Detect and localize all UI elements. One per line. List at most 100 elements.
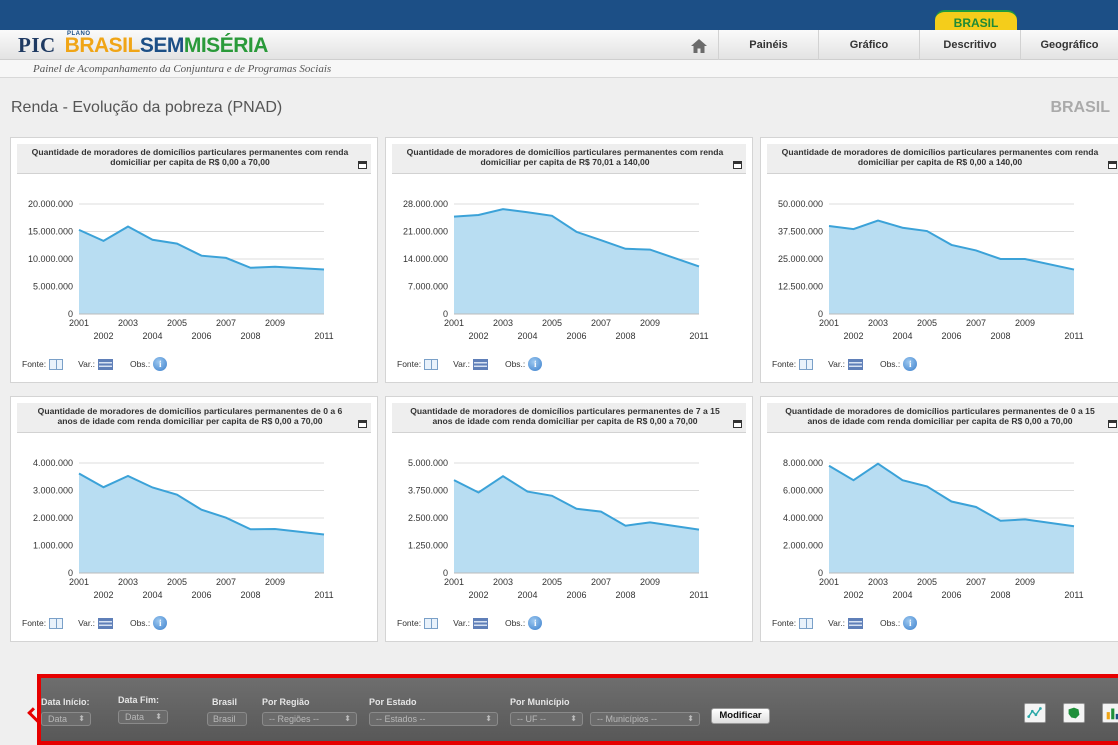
data-point[interactable]	[150, 484, 156, 490]
data-point[interactable]	[623, 523, 629, 529]
logo[interactable]: PIC PLANO BRASIL SEM MISÉRIA	[18, 31, 268, 58]
regiao-select[interactable]: -- Regiões -- ⬍	[262, 712, 357, 726]
maximize-icon[interactable]	[358, 420, 367, 428]
data-point[interactable]	[76, 227, 82, 233]
data-point[interactable]	[696, 527, 702, 533]
data-point[interactable]	[476, 212, 482, 218]
data-point[interactable]	[574, 506, 580, 512]
book-icon[interactable]	[799, 617, 814, 629]
book-icon[interactable]	[49, 617, 64, 629]
data-point[interactable]	[199, 253, 205, 259]
data-point[interactable]	[998, 256, 1004, 262]
data-point[interactable]	[1071, 267, 1077, 273]
table-icon[interactable]	[847, 358, 863, 370]
data-point[interactable]	[875, 218, 881, 224]
book-icon[interactable]	[424, 358, 439, 370]
data-point[interactable]	[125, 473, 131, 479]
table-icon[interactable]	[472, 617, 488, 629]
data-point[interactable]	[826, 223, 832, 229]
data-point[interactable]	[1022, 516, 1028, 522]
data-point[interactable]	[500, 473, 506, 479]
table-icon[interactable]	[97, 358, 113, 370]
data-point[interactable]	[549, 493, 555, 499]
maximize-icon[interactable]	[358, 161, 367, 169]
book-icon[interactable]	[799, 358, 814, 370]
data-point[interactable]	[1022, 256, 1028, 262]
data-point[interactable]	[76, 470, 82, 476]
uf-select[interactable]: -- UF -- ⬍	[510, 712, 583, 726]
maximize-icon[interactable]	[1108, 420, 1117, 428]
data-point[interactable]	[525, 489, 531, 495]
maximize-icon[interactable]	[733, 420, 742, 428]
data-point[interactable]	[525, 209, 531, 215]
data-point[interactable]	[647, 519, 653, 525]
data-point[interactable]	[826, 463, 832, 469]
brasil-button[interactable]: Brasil	[207, 712, 247, 726]
maximize-icon[interactable]	[733, 161, 742, 169]
scatter-chart-icon[interactable]	[1024, 703, 1046, 723]
data-point[interactable]	[223, 515, 229, 521]
nav-grafico[interactable]: Gráfico	[818, 30, 919, 60]
data-point[interactable]	[696, 263, 702, 269]
data-point[interactable]	[321, 266, 327, 272]
data-point[interactable]	[549, 213, 555, 219]
data-point[interactable]	[272, 526, 278, 532]
nav-descritivo[interactable]: Descritivo	[919, 30, 1020, 60]
table-icon[interactable]	[472, 358, 488, 370]
estado-select[interactable]: -- Estados -- ⬍	[369, 712, 498, 726]
data-point[interactable]	[321, 532, 327, 538]
data-point[interactable]	[973, 247, 979, 253]
data-point[interactable]	[101, 484, 107, 490]
info-icon[interactable]: i	[903, 616, 918, 630]
info-icon[interactable]: i	[528, 616, 543, 630]
book-icon[interactable]	[49, 358, 64, 370]
data-point[interactable]	[949, 242, 955, 248]
data-point[interactable]	[598, 237, 604, 243]
data-point[interactable]	[248, 526, 254, 532]
data-point[interactable]	[272, 264, 278, 270]
data-point[interactable]	[199, 507, 205, 513]
modify-button[interactable]: Modificar	[711, 708, 770, 724]
maximize-icon[interactable]	[1108, 161, 1117, 169]
data-fim-select[interactable]: Data ⬍	[118, 710, 168, 724]
data-point[interactable]	[451, 214, 457, 220]
data-point[interactable]	[851, 226, 857, 232]
bar-chart-icon[interactable]	[1102, 703, 1118, 723]
table-icon[interactable]	[847, 617, 863, 629]
data-point[interactable]	[973, 504, 979, 510]
data-point[interactable]	[476, 489, 482, 495]
data-point[interactable]	[623, 246, 629, 252]
data-point[interactable]	[451, 477, 457, 483]
data-point[interactable]	[900, 477, 906, 483]
data-point[interactable]	[223, 255, 229, 261]
table-icon[interactable]	[97, 617, 113, 629]
data-point[interactable]	[924, 228, 930, 234]
data-point[interactable]	[500, 206, 506, 212]
data-point[interactable]	[998, 518, 1004, 524]
map-icon[interactable]	[1063, 703, 1085, 723]
data-point[interactable]	[574, 229, 580, 235]
data-point[interactable]	[900, 225, 906, 231]
info-icon[interactable]: i	[153, 357, 168, 371]
data-point[interactable]	[150, 237, 156, 243]
data-point[interactable]	[174, 492, 180, 498]
data-point[interactable]	[248, 265, 254, 271]
info-icon[interactable]: i	[153, 616, 168, 630]
data-point[interactable]	[101, 238, 107, 244]
data-point[interactable]	[875, 461, 881, 467]
data-point[interactable]	[924, 483, 930, 489]
nav-geografico[interactable]: Geográfico	[1020, 30, 1118, 60]
data-point[interactable]	[598, 509, 604, 515]
nav-paineis[interactable]: Painéis	[718, 30, 818, 60]
book-icon[interactable]	[424, 617, 439, 629]
info-icon[interactable]: i	[903, 357, 918, 371]
brasil-tab[interactable]: BRASIL	[935, 10, 1017, 30]
data-point[interactable]	[1071, 523, 1077, 529]
data-point[interactable]	[647, 247, 653, 253]
data-point[interactable]	[174, 241, 180, 247]
municipios-select[interactable]: -- Municípios -- ⬍	[590, 712, 700, 726]
data-inicio-select[interactable]: Data ⬍	[41, 712, 91, 726]
home-icon[interactable]	[690, 38, 708, 54]
data-point[interactable]	[851, 477, 857, 483]
info-icon[interactable]: i	[528, 357, 543, 371]
